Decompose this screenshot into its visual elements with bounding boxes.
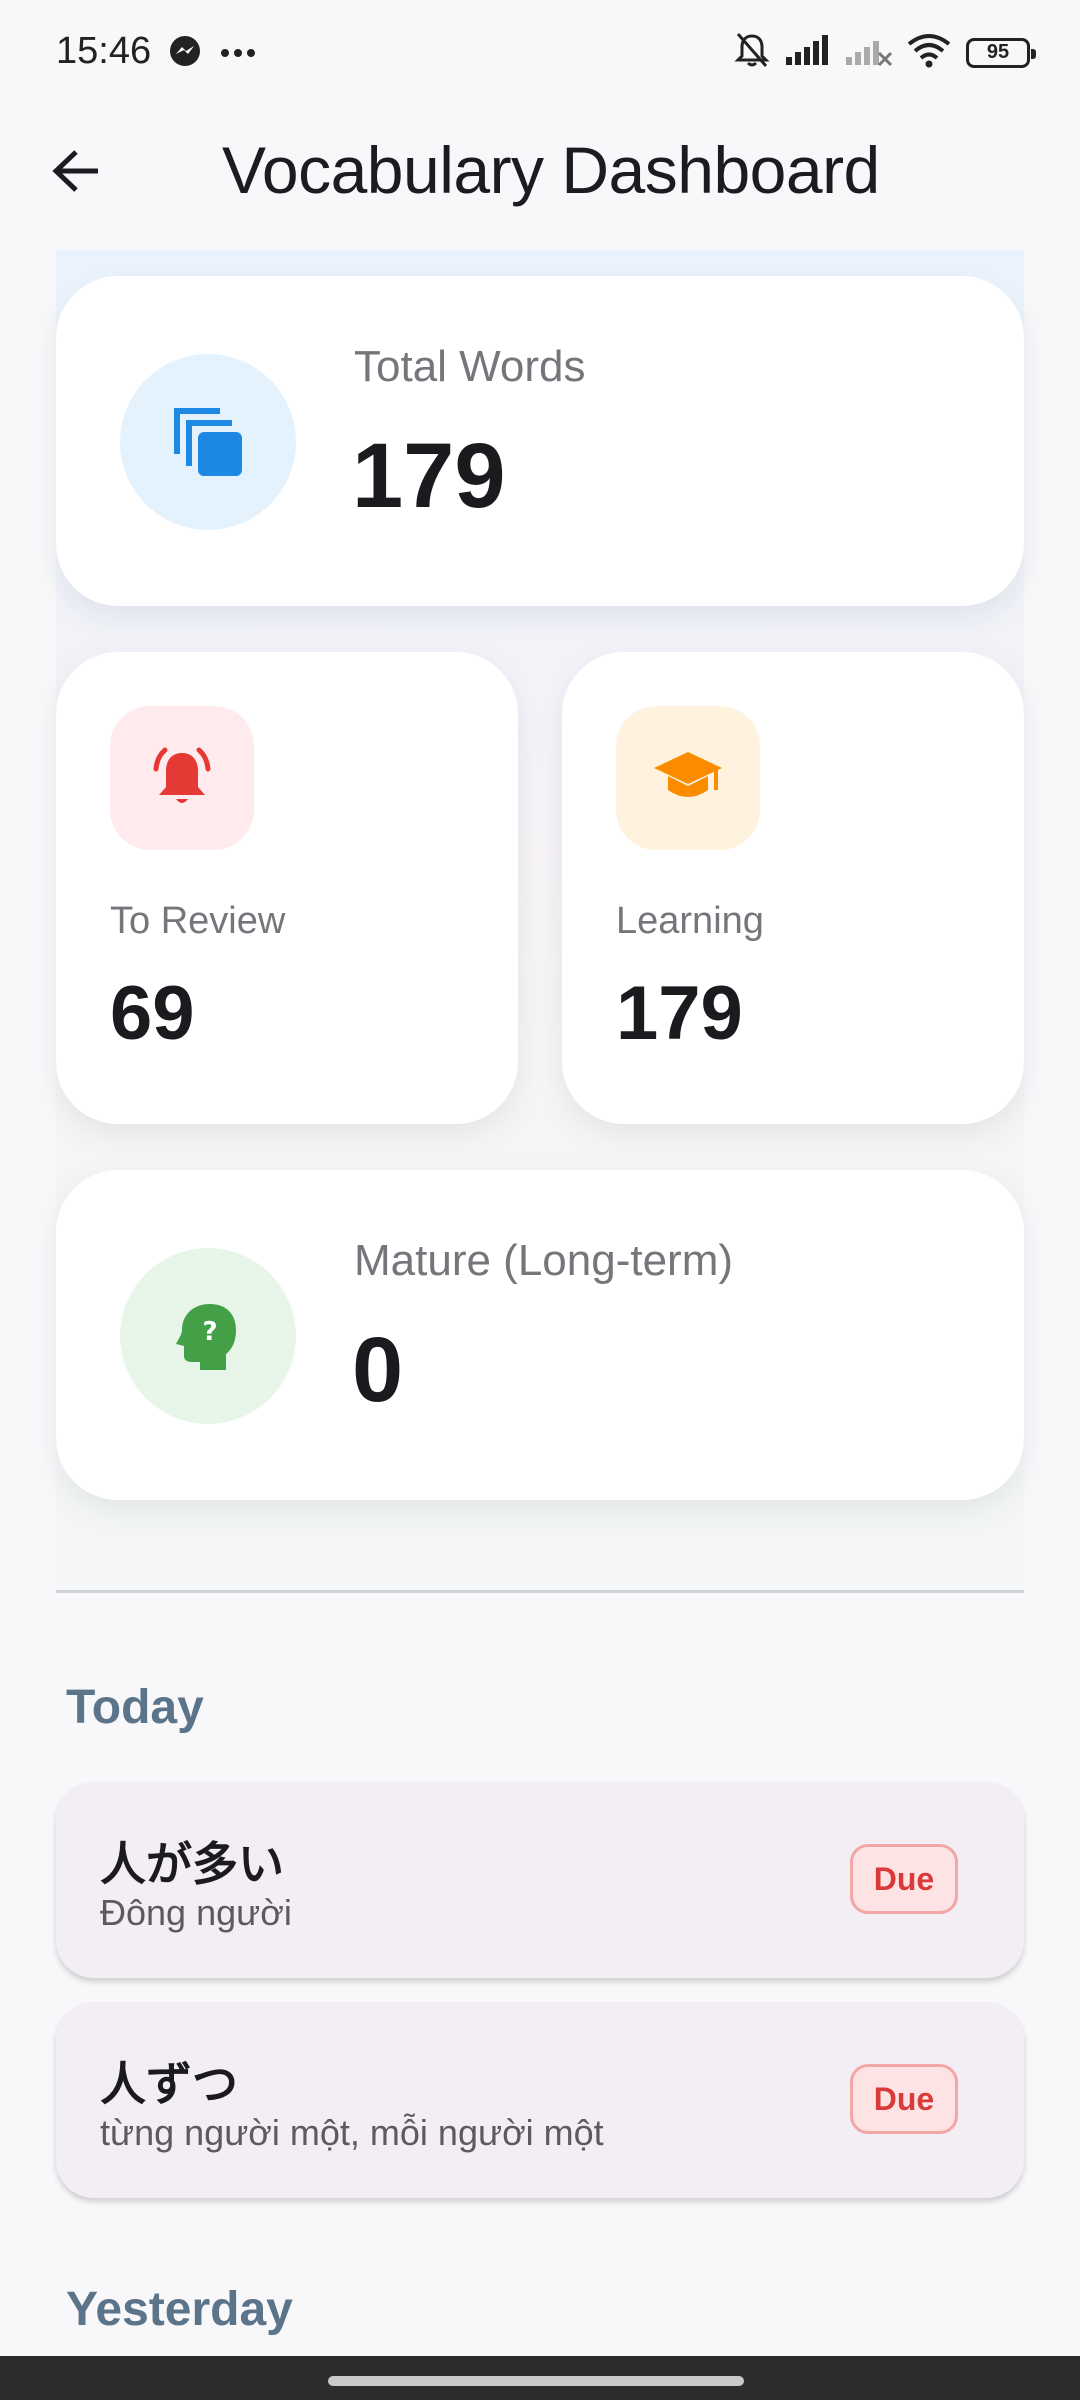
battery-icon: 95 bbox=[966, 37, 1036, 68]
total-words-icon-bg bbox=[120, 354, 296, 530]
learning-label: Learning bbox=[616, 900, 764, 942]
word-term: 人ずつ bbox=[100, 2057, 238, 2111]
word-term: 人が多い bbox=[100, 1837, 284, 1891]
status-badge: Due bbox=[850, 2064, 958, 2134]
mature-icon-bg: ? bbox=[120, 1248, 296, 1424]
cards-icon bbox=[174, 408, 242, 476]
to-review-icon-bg bbox=[110, 706, 254, 850]
section-header-today: Today bbox=[66, 1681, 204, 1734]
mature-value: 0 bbox=[352, 1319, 404, 1421]
status-left-icons bbox=[168, 34, 256, 73]
screen: 15:46 95 Vocabulary Dashboard Total Word… bbox=[0, 0, 1080, 2400]
more-icon bbox=[220, 45, 256, 63]
system-nav-bar bbox=[0, 2356, 1080, 2400]
page-title: Vocabulary Dashboard bbox=[222, 133, 880, 207]
list-item[interactable]: 人が多い Đông người Due bbox=[56, 1782, 1024, 1978]
back-button[interactable] bbox=[40, 134, 114, 208]
status-right-icons: 95 bbox=[732, 30, 1036, 75]
messenger-icon bbox=[168, 34, 202, 73]
graduation-cap-icon bbox=[654, 752, 722, 797]
mature-card[interactable]: ? Mature (Long-term) 0 bbox=[56, 1170, 1024, 1500]
to-review-value: 69 bbox=[110, 971, 195, 1056]
home-handle[interactable] bbox=[328, 2376, 744, 2386]
total-words-label: Total Words bbox=[354, 342, 586, 391]
arrow-left-icon bbox=[52, 150, 98, 192]
wifi-icon bbox=[906, 32, 952, 73]
word-meaning: Đông người bbox=[100, 1892, 292, 1933]
svg-text:?: ? bbox=[202, 1317, 217, 1347]
status-time: 15:46 bbox=[56, 30, 152, 72]
total-words-value: 179 bbox=[352, 425, 506, 527]
learning-value: 179 bbox=[616, 971, 743, 1056]
status-badge: Due bbox=[850, 1844, 958, 1914]
mature-label: Mature (Long-term) bbox=[354, 1236, 734, 1285]
signal-no-service-icon bbox=[846, 33, 893, 72]
to-review-label: To Review bbox=[110, 900, 286, 942]
word-meaning: từng người một, mỗi người một bbox=[100, 2112, 604, 2153]
alarm-bell-icon bbox=[153, 747, 211, 803]
section-header-yesterday: Yesterday bbox=[66, 2283, 293, 2336]
status-bar: 15:46 95 bbox=[0, 0, 1080, 110]
stats-area: Total Words 179 To Review 69 Learning 17… bbox=[56, 250, 1024, 1593]
learning-card[interactable]: Learning 179 bbox=[562, 652, 1024, 1124]
app-bar: Vocabulary Dashboard bbox=[0, 110, 1080, 230]
list-item[interactable]: 人ずつ từng người một, mỗi người một Due bbox=[56, 2002, 1024, 2198]
head-question-icon: ? bbox=[176, 1304, 236, 1370]
learning-icon-bg bbox=[616, 706, 760, 850]
to-review-card[interactable]: To Review 69 bbox=[56, 652, 518, 1124]
total-words-card[interactable]: Total Words 179 bbox=[56, 276, 1024, 606]
bell-off-icon bbox=[732, 30, 772, 75]
signal-icon bbox=[786, 33, 832, 72]
